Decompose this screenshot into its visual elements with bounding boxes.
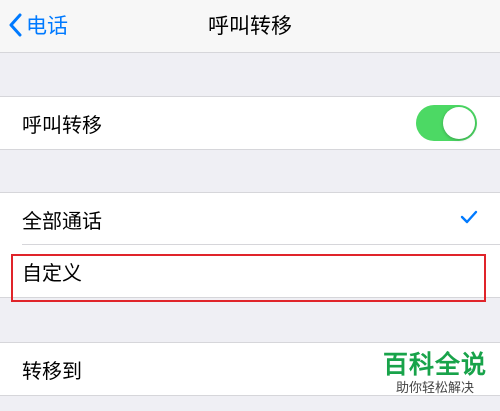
navigation-bar: 电话 呼叫转移 bbox=[0, 0, 500, 53]
forward-toggle-label: 呼叫转移 bbox=[22, 112, 102, 137]
watermark-logo: 百科全说 助你轻松解决 bbox=[376, 350, 494, 398]
watermark-title: 百科全说 bbox=[382, 350, 487, 379]
scope-option-custom[interactable]: 自定义 bbox=[0, 245, 500, 297]
scope-option-all-calls-label: 全部通话 bbox=[22, 208, 102, 233]
watermark-subtitle: 助你轻松解决 bbox=[395, 381, 474, 396]
page-title: 呼叫转移 bbox=[208, 14, 292, 38]
scope-option-all-calls[interactable]: 全部通话 bbox=[0, 193, 500, 245]
forward-target-label: 转移到 bbox=[22, 358, 82, 383]
forward-toggle-switch[interactable] bbox=[416, 105, 477, 141]
forward-toggle-row: 呼叫转移 bbox=[0, 97, 500, 149]
checkmark-icon bbox=[460, 210, 478, 224]
toggle-knob bbox=[443, 107, 475, 139]
forward-toggle-group: 呼叫转移 bbox=[0, 96, 500, 150]
forward-scope-group: 全部通话 自定义 bbox=[0, 192, 500, 298]
scope-option-custom-label: 自定义 bbox=[22, 260, 82, 285]
